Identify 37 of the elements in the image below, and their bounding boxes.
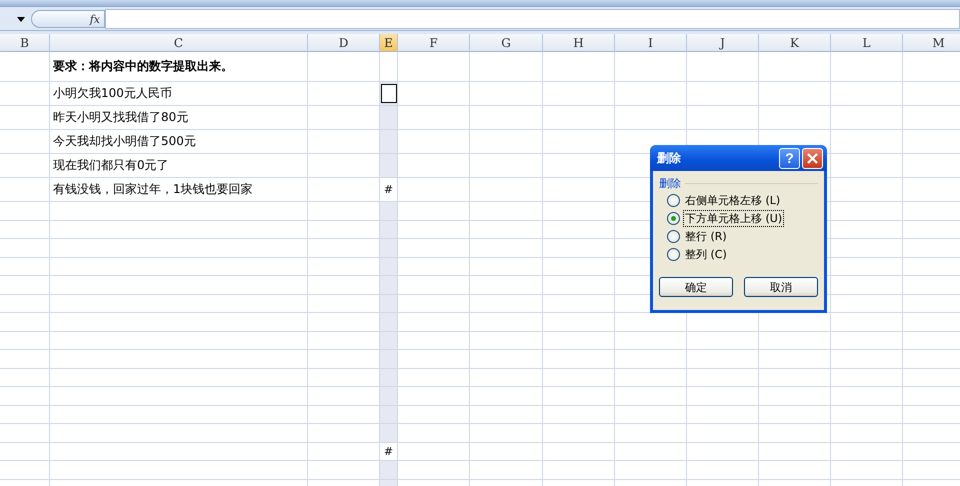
dialog-title: 删除	[657, 150, 682, 166]
ok-button[interactable]: 确定	[659, 277, 733, 297]
close-icon	[807, 152, 818, 164]
table-cell-text: 要求：将内容中的数字提取出来。	[52, 58, 233, 75]
radio-button[interactable]	[667, 248, 680, 260]
radio-button[interactable]	[667, 230, 680, 242]
column-header[interactable]: D	[308, 34, 380, 52]
column-header[interactable]: F	[398, 34, 470, 52]
insert-function-button[interactable]: fx	[31, 10, 105, 28]
close-button[interactable]	[802, 148, 823, 168]
table-cell-text: 小明欠我100元人民币	[52, 85, 172, 102]
formula-input[interactable]	[105, 9, 960, 29]
group-label: 删除	[659, 176, 681, 191]
column-header[interactable]: J	[687, 34, 759, 52]
table-cell-text: 今天我却找小明借了500元	[52, 133, 196, 150]
column-header[interactable]: K	[759, 34, 831, 52]
table-cell: #	[384, 183, 394, 196]
table-cell-text: 昨天小明又找我借了80元	[52, 109, 188, 126]
option-label[interactable]: 整列 (C)	[683, 246, 729, 262]
option-label[interactable]: 下方单元格上移 (U)	[683, 210, 784, 226]
column-header[interactable]: H	[543, 34, 615, 52]
column-header[interactable]: E	[380, 34, 398, 52]
radio-button[interactable]	[667, 194, 680, 206]
option-label[interactable]: 整行 (R)	[683, 228, 729, 244]
column-header[interactable]: I	[615, 34, 687, 52]
column-header[interactable]: C	[50, 34, 308, 52]
table-cell-text: 现在我们都只有0元了	[52, 157, 169, 174]
column-header[interactable]: G	[470, 34, 543, 52]
option-label[interactable]: 右侧单元格左移 (L)	[683, 192, 782, 208]
column-header[interactable]: B	[0, 34, 50, 52]
dropdown-arrow-icon[interactable]	[17, 16, 25, 22]
column-header[interactable]: M	[903, 34, 960, 52]
cancel-button[interactable]: 取消	[744, 277, 818, 297]
table-cell: #	[384, 444, 394, 458]
table-cell-text: 有钱没钱，回家过年，1块钱也要回家	[52, 181, 253, 198]
radio-button[interactable]	[667, 212, 680, 224]
column-header[interactable]: L	[831, 34, 903, 52]
